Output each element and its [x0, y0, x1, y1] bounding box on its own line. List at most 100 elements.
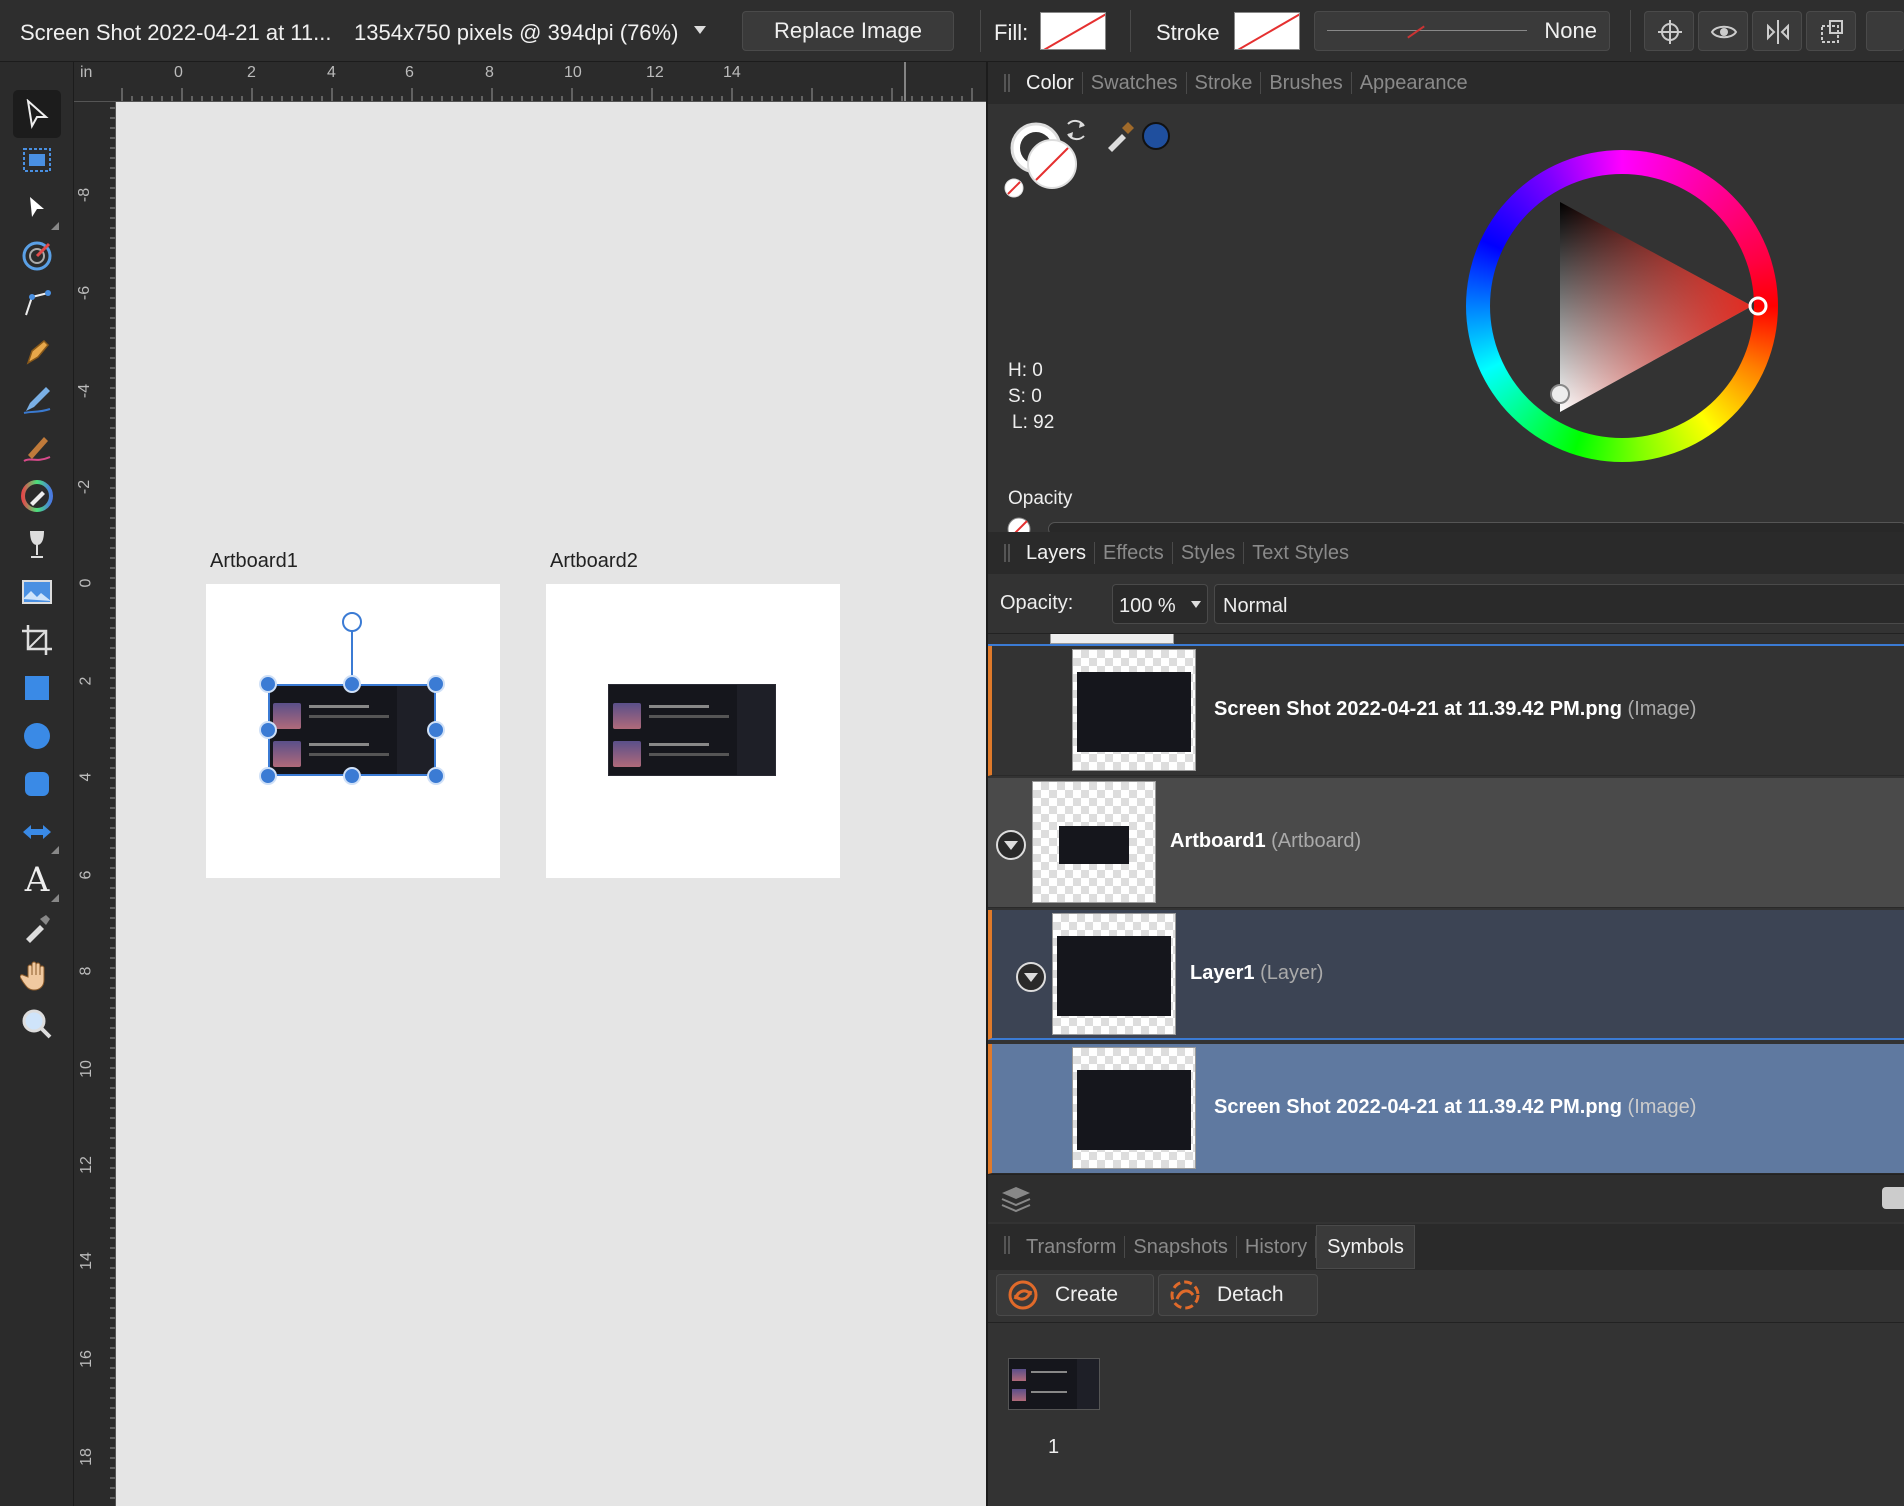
contour-tool-icon[interactable]: [13, 232, 61, 280]
resize-handle-bottom-right[interactable]: [427, 767, 445, 785]
layer-row-partial: [988, 634, 1904, 646]
screenshot-image[interactable]: [608, 684, 776, 776]
tab-symbols[interactable]: Symbols: [1316, 1225, 1415, 1269]
layer-thumbnail: [1072, 1047, 1196, 1169]
hue-value: H: 0: [1008, 360, 1043, 381]
tab-color[interactable]: Color: [1018, 72, 1083, 94]
mask-icon[interactable]: [1882, 1187, 1904, 1209]
rectangle-tool-icon[interactable]: [13, 664, 61, 712]
symbol-count: 1: [1048, 1436, 1060, 1458]
ruler-horizontal[interactable]: in 0 2 4 6 8 10 12 14: [74, 62, 986, 102]
ruler-number: 16: [77, 1350, 95, 1368]
replace-image-button[interactable]: Replace Image: [742, 11, 954, 51]
color-panel: H: 0 S: 0 L: 92 Opacity: [988, 104, 1904, 541]
create-symbol-button[interactable]: Create: [996, 1274, 1154, 1316]
divider: [980, 10, 981, 52]
stroke-swatch[interactable]: [1234, 12, 1300, 50]
layer-row[interactable]: Artboard1 (Artboard): [988, 778, 1904, 908]
tab-transform[interactable]: Transform: [1018, 1236, 1126, 1258]
move-tool-icon[interactable]: [13, 90, 61, 138]
ruler-number: 6: [77, 870, 95, 880]
more-icon[interactable]: [1866, 11, 1904, 51]
crop-tool-icon[interactable]: [13, 616, 61, 664]
resize-handle-right[interactable]: [427, 721, 445, 739]
layers-opacity-field[interactable]: 100 %: [1112, 584, 1208, 624]
panel-grip[interactable]: [1004, 1236, 1010, 1254]
node-tool-icon[interactable]: [13, 184, 61, 232]
disclosure-triangle-icon[interactable]: [996, 830, 1026, 860]
text-tool-icon[interactable]: A: [13, 856, 61, 904]
tab-effects[interactable]: Effects: [1095, 542, 1173, 564]
brush-tool-icon[interactable]: [13, 424, 61, 472]
layers-panel-tabs: Layers Effects Styles Text Styles: [988, 532, 1904, 574]
ruler-number: -4: [76, 383, 94, 399]
fill-tool-icon[interactable]: [13, 472, 61, 520]
corner-tool-icon[interactable]: [13, 280, 61, 328]
artboard-1[interactable]: [206, 584, 500, 878]
disclosure-triangle-icon[interactable]: [1016, 962, 1046, 992]
tab-text-styles[interactable]: Text Styles: [1244, 542, 1357, 564]
ruler-number: 10: [77, 1060, 95, 1078]
canvas[interactable]: Artboard1 Artboard2: [116, 102, 986, 1506]
layer-row[interactable]: Layer1 (Layer): [988, 910, 1904, 1040]
blend-mode-select[interactable]: Normal: [1214, 584, 1904, 624]
fill-label: Fill:: [994, 20, 1029, 45]
detach-symbol-button[interactable]: Detach: [1158, 1274, 1318, 1316]
picked-color-swatch[interactable]: [1142, 122, 1170, 150]
transparency-tool-icon[interactable]: [13, 520, 61, 568]
image-info-dropdown-icon[interactable]: [694, 26, 706, 34]
tab-appearance[interactable]: Appearance: [1352, 72, 1476, 94]
artboard-2[interactable]: [546, 584, 840, 878]
tab-styles[interactable]: Styles: [1173, 542, 1245, 564]
flip-horizontal-icon[interactable]: [1752, 11, 1802, 51]
dropdown-arrow-icon: [1191, 601, 1201, 608]
layer-row[interactable]: Screen Shot 2022-04-21 at 11.39.42 PM.pn…: [988, 646, 1904, 776]
color-picker-tool-icon[interactable]: [13, 904, 61, 952]
rounded-rectangle-tool-icon[interactable]: [13, 760, 61, 808]
tab-swatches[interactable]: Swatches: [1083, 72, 1187, 94]
ellipse-tool-icon[interactable]: [13, 712, 61, 760]
resize-handle-top-left[interactable]: [259, 675, 277, 693]
symbol-thumbnail[interactable]: [1008, 1358, 1100, 1410]
double-arrow-tool-icon[interactable]: [13, 808, 61, 856]
tab-stroke[interactable]: Stroke: [1187, 72, 1262, 94]
stroke-label: Stroke: [1156, 20, 1220, 45]
artboard-label[interactable]: Artboard1: [210, 550, 298, 573]
color-panel-tabs: Color Swatches Stroke Brushes Appearance: [988, 62, 1904, 104]
color-triangle[interactable]: [1466, 150, 1778, 462]
ruler-vertical[interactable]: -8 -6 -4 -2 0 2 4 6 8 10 12 14 16 18: [74, 102, 116, 1506]
resize-handle-top-right[interactable]: [427, 675, 445, 693]
hand-tool-icon[interactable]: [13, 952, 61, 1000]
artboard-label[interactable]: Artboard2: [550, 550, 638, 573]
tab-snapshots[interactable]: Snapshots: [1125, 1236, 1237, 1258]
eye-icon[interactable]: [1698, 11, 1748, 51]
image-info: 1354x750 pixels @ 394dpi (76%): [354, 20, 679, 45]
resize-handle-left[interactable]: [259, 721, 277, 739]
tab-layers[interactable]: Layers: [1018, 542, 1096, 564]
place-image-tool-icon[interactable]: [13, 568, 61, 616]
pen-tool-icon[interactable]: [13, 328, 61, 376]
layer-row-selected[interactable]: Screen Shot 2022-04-21 at 11.39.42 PM.pn…: [988, 1044, 1904, 1174]
panel-grip[interactable]: [1004, 544, 1010, 562]
crosshair-icon[interactable]: [1644, 11, 1694, 51]
rotation-handle[interactable]: [342, 612, 362, 632]
fill-swatch[interactable]: [1040, 12, 1106, 50]
zoom-tool-icon[interactable]: [13, 1000, 61, 1048]
ruler-number: 0: [77, 578, 95, 588]
resize-handle-bottom-left[interactable]: [259, 767, 277, 785]
panel-grip[interactable]: [1004, 74, 1010, 92]
resize-handle-top[interactable]: [343, 675, 361, 693]
layers-stack-icon[interactable]: [998, 1183, 1034, 1215]
document-title: Screen Shot 2022-04-21 at 11...: [20, 20, 332, 45]
resize-handle-bottom[interactable]: [343, 767, 361, 785]
tab-brushes[interactable]: Brushes: [1261, 72, 1352, 94]
artboard-tool-icon[interactable]: [13, 136, 61, 184]
divider: [1130, 10, 1131, 52]
swap-colors-icon[interactable]: [1062, 116, 1090, 144]
tab-history[interactable]: History: [1237, 1236, 1317, 1258]
ruler-number: 2: [77, 676, 95, 686]
stroke-width-field[interactable]: None: [1314, 11, 1610, 51]
eyedropper-icon[interactable]: [1104, 118, 1138, 152]
transform-origin-icon[interactable]: [1806, 11, 1856, 51]
pencil-tool-icon[interactable]: [13, 376, 61, 424]
